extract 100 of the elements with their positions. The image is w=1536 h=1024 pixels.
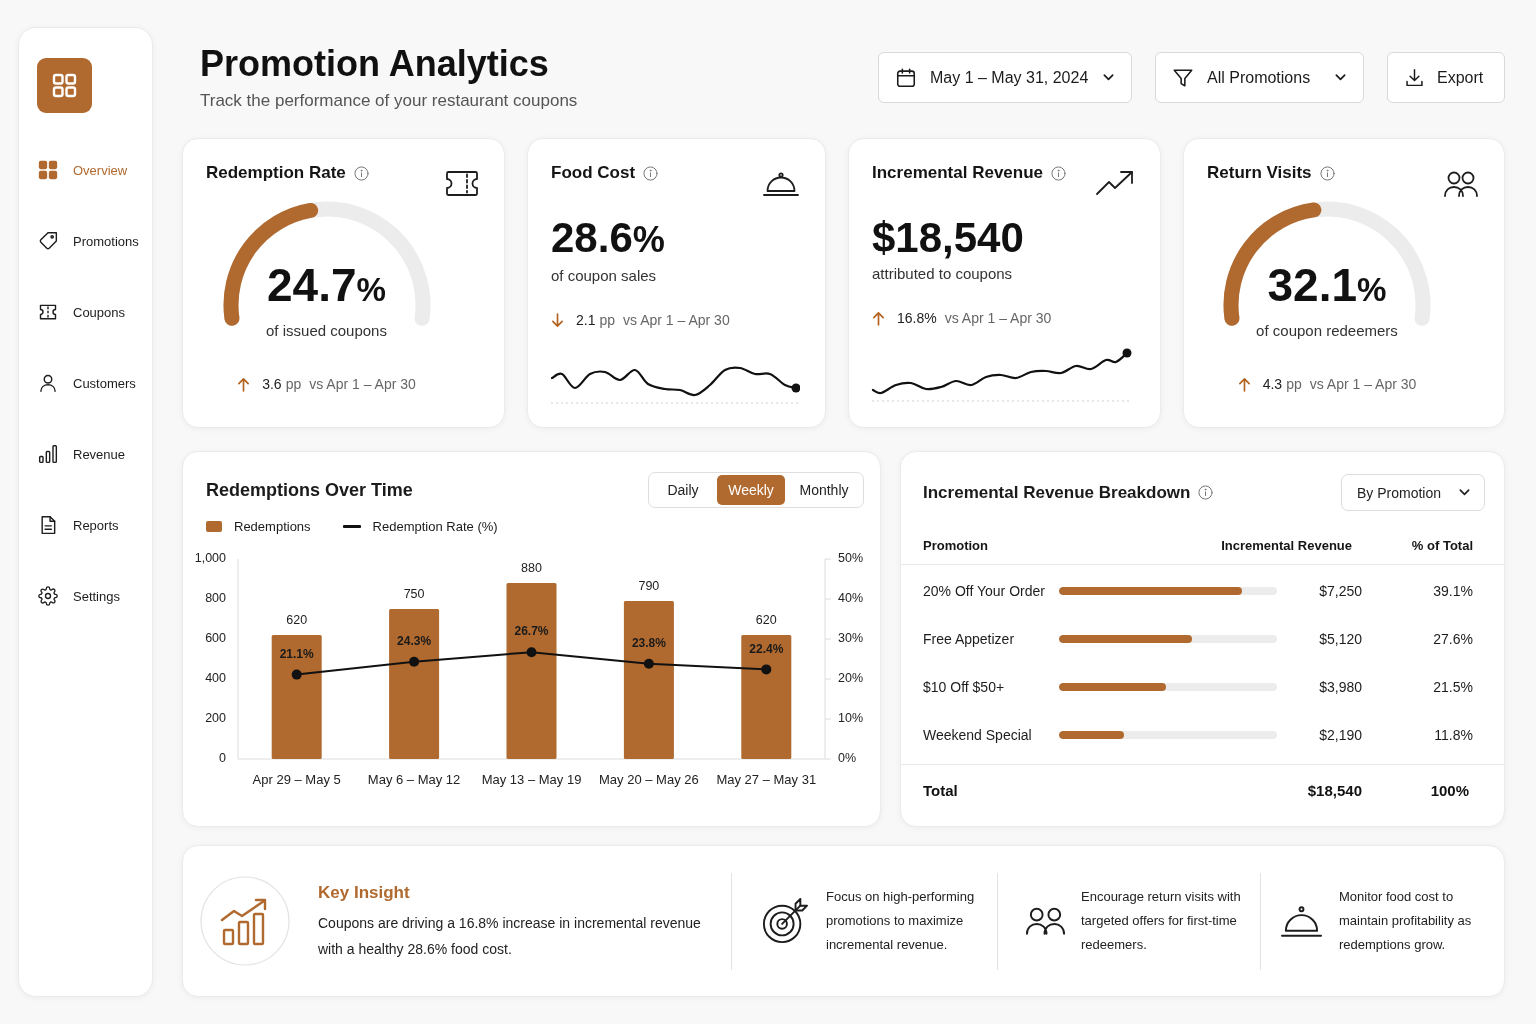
nav-item[interactable]: Coupons	[38, 297, 152, 327]
table-cell: $10 Off $50+	[923, 679, 1005, 695]
axis-tick-label: 40%	[838, 591, 864, 606]
axis-category-label: Apr 29 – May 5	[252, 772, 341, 788]
tip-text: Encourage return visits with targeted offers for first-time redeemers.	[1081, 888, 1242, 954]
data-label: 880	[521, 561, 542, 576]
data-point	[291, 669, 302, 680]
delta-unit: pp	[285, 375, 302, 394]
card-title: Return Visits	[1207, 162, 1312, 184]
column-header: Promotion	[923, 538, 988, 553]
data-label: 750	[403, 587, 425, 602]
export-button[interactable]: Export	[1387, 52, 1505, 103]
range-tab[interactable]: Daily	[651, 475, 715, 505]
table-cell: $2,190	[1319, 727, 1362, 743]
nav-item[interactable]: Settings	[38, 581, 152, 611]
comparison-text: vs Apr 1 – Apr 30	[1309, 375, 1417, 394]
axis-tick-label: 50%	[838, 551, 864, 566]
info-icon	[1319, 165, 1335, 181]
delta-value: 2.1	[576, 311, 596, 330]
calendar-icon	[895, 66, 917, 89]
tip-text: Monitor food cost to maintain profitability as redemptions grow.	[1339, 888, 1473, 954]
delta-value: 3.6	[262, 375, 282, 394]
legend-label: Redemptions	[234, 518, 311, 534]
card-title: Incremental Revenue	[872, 162, 1043, 184]
comparison-text: vs Apr 1 – Apr 30	[309, 375, 416, 394]
info-icon	[1051, 165, 1066, 181]
cloche-icon	[762, 170, 800, 198]
data-label: 790	[638, 579, 660, 594]
total-cell: $18,540	[1307, 781, 1362, 799]
date-range-button[interactable]: May 1 – May 31, 2024	[878, 52, 1132, 103]
axis-tick-label: 400	[205, 671, 226, 686]
total-label: Total	[923, 781, 958, 799]
filter-dropdown[interactable]: All Promotions	[1155, 52, 1364, 103]
table-cell: $3,980	[1319, 679, 1362, 695]
data-label: 26.7%	[514, 624, 549, 639]
axis-category-label: May 27 – May 31	[716, 772, 817, 788]
tag-icon	[38, 231, 58, 251]
insight-title: Key Insight	[318, 881, 411, 904]
user-icon	[38, 373, 58, 393]
range-tab[interactable]: Weekly	[717, 475, 785, 505]
document-icon	[38, 515, 58, 535]
data-label: 620	[755, 613, 777, 628]
bar-chart-icon	[38, 444, 58, 464]
nav-item[interactable]: Customers	[38, 368, 152, 398]
settings-icon	[38, 586, 58, 606]
download-icon	[1404, 67, 1425, 88]
target-icon	[762, 898, 808, 944]
kpi-caption: of issued coupons	[266, 321, 387, 341]
axis-tick-label: 30%	[838, 631, 864, 646]
data-point	[409, 656, 420, 667]
page-subtitle: Track the performance of your restaurant coupons	[200, 90, 579, 112]
info-icon	[353, 165, 369, 181]
kpi-value: $18,540	[872, 214, 1024, 261]
comparison-text: vs Apr 1 – Apr 30	[944, 309, 1052, 328]
axis-category-label: May 6 – May 12	[367, 772, 461, 788]
chart-growth-icon	[200, 876, 290, 966]
data-label: 21.1%	[279, 646, 314, 661]
kpi-caption: of coupon sales	[551, 266, 658, 286]
card-title: Food Cost	[551, 162, 636, 184]
unit-label: %	[632, 219, 665, 260]
card-title: Incremental Revenue Breakdown	[923, 482, 1191, 503]
table-cell: Free Appetizer	[923, 631, 1015, 647]
kpi-value: 32.1	[1267, 259, 1358, 311]
axis-tick-label: 800	[205, 591, 226, 606]
unit-label: %	[356, 271, 386, 308]
chart-title: Redemptions Over Time	[206, 479, 413, 501]
total-cell-text: 100%	[1430, 781, 1470, 799]
delta-unit: pp	[599, 311, 616, 330]
kpi-value: 28.6	[551, 214, 633, 261]
axis-tick-label: 1,000	[194, 551, 226, 566]
table-cell: 27.6%	[1433, 631, 1473, 647]
table-cell: $7,250	[1319, 583, 1362, 599]
table-cell: 21.5%	[1433, 679, 1473, 695]
cloche-icon	[1280, 903, 1323, 939]
grouping-dropdown[interactable]: By Promotion	[1341, 474, 1485, 511]
card-title: Redemption Rate	[206, 162, 346, 184]
axis-tick-label: 200	[205, 711, 226, 726]
kpi-caption: of coupon redeemers	[1256, 321, 1398, 341]
column-header: % of Total	[1411, 538, 1473, 553]
axis-tick-label: 10%	[838, 711, 864, 726]
data-label: 23.8%	[631, 635, 666, 650]
legend-label: Redemption Rate (%)	[372, 518, 498, 534]
data-point	[526, 647, 537, 658]
tip-text: Focus on high-performing promotions to maximize incremental revenue.	[826, 888, 976, 954]
nav-item[interactable]: Revenue	[38, 439, 152, 469]
nav-item[interactable]: Promotions	[38, 226, 152, 256]
axis-tick-label: 0%	[838, 751, 857, 766]
axis-tick-label: 600	[205, 631, 226, 646]
table-cell: 11.8%	[1434, 727, 1473, 743]
users-icon	[1443, 170, 1479, 198]
data-point	[643, 658, 654, 669]
table-cell: Weekend Special	[923, 727, 1032, 743]
table-cell: 20% Off Your Order	[923, 583, 1045, 599]
nav-item[interactable]: Overview	[38, 155, 152, 185]
kpi-caption: attributed to coupons	[872, 264, 1014, 284]
users-icon	[1025, 906, 1066, 936]
column-header: Incremental Revenue	[1221, 538, 1353, 553]
data-label: 24.3%	[397, 633, 432, 648]
range-tab[interactable]: Monthly	[787, 475, 861, 505]
nav-item[interactable]: Reports	[38, 510, 152, 540]
